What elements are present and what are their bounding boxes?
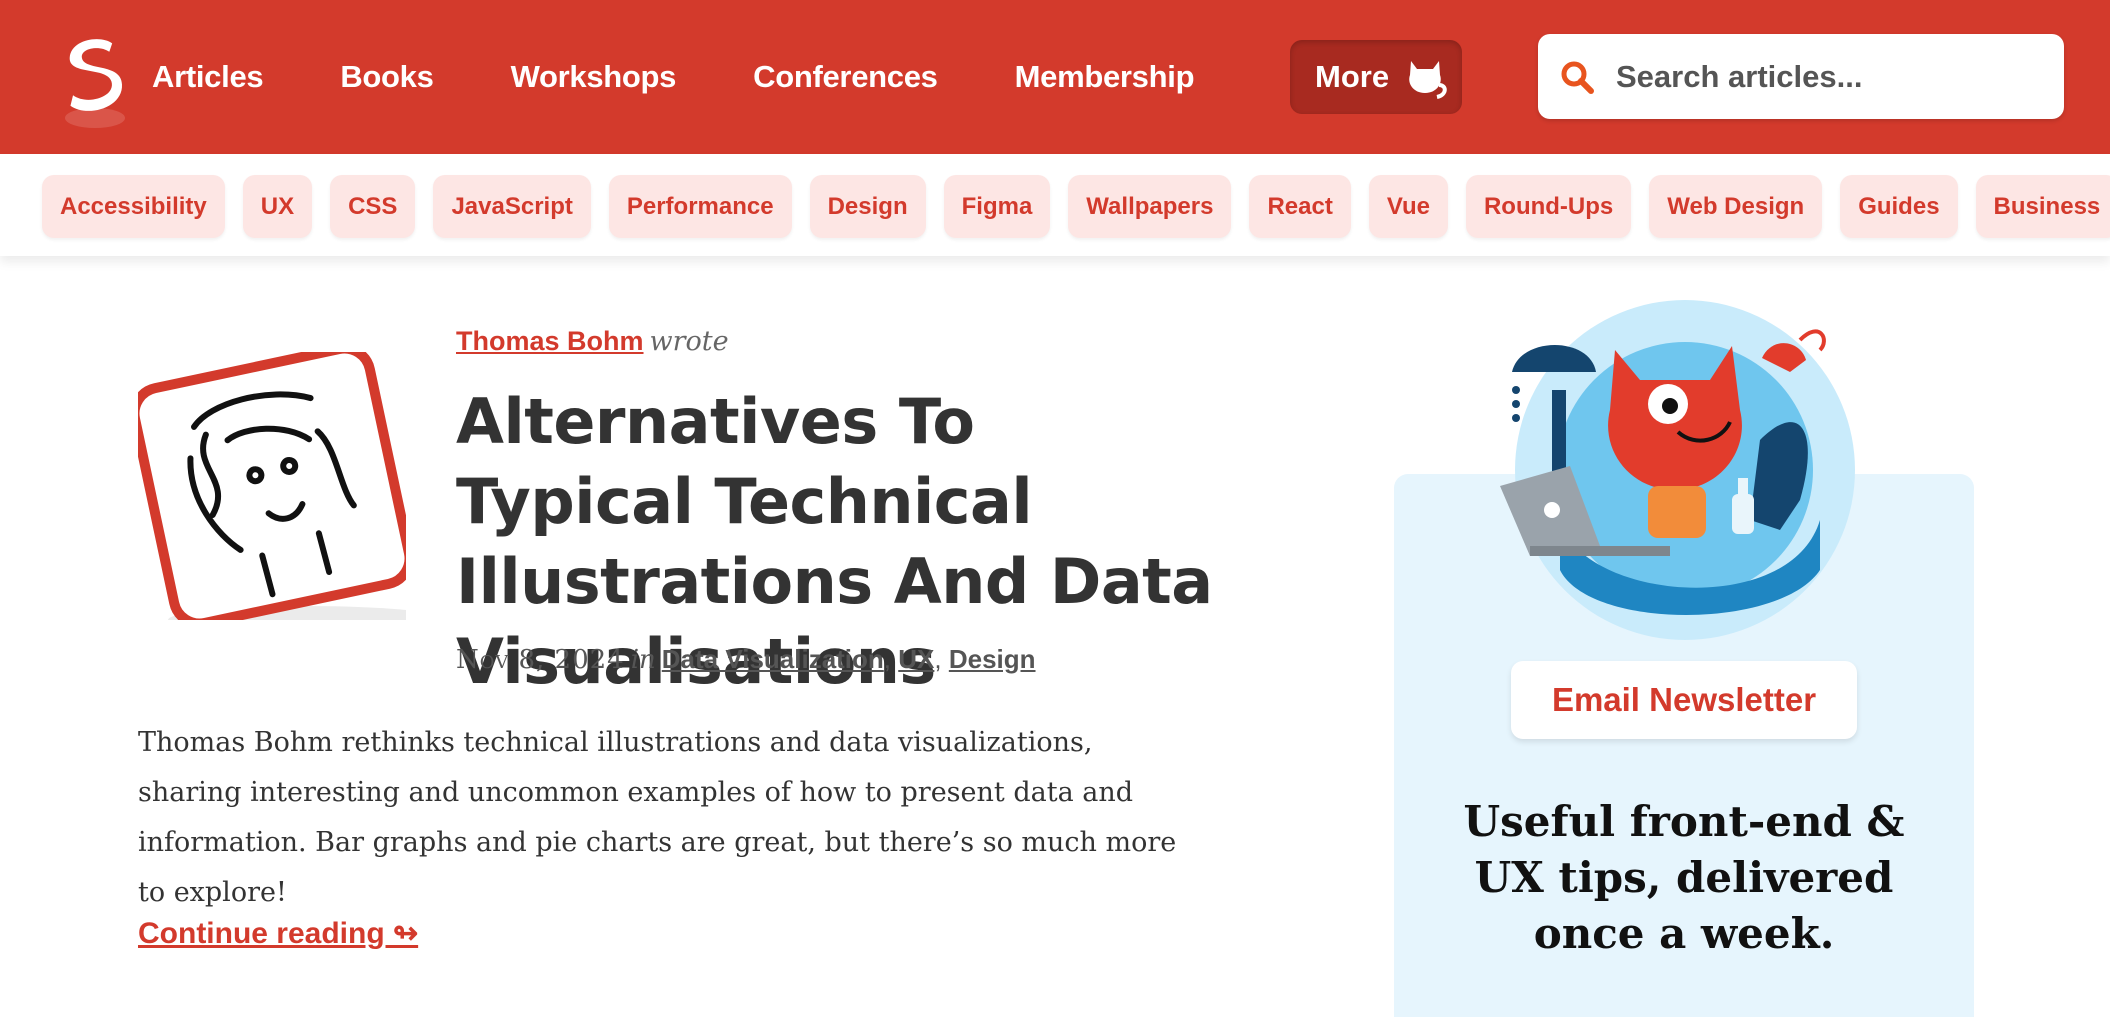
article-meta: Nov 8, 2024 in Data Visualization, UX, Des… [456, 644, 1036, 675]
tag-web-design[interactable]: Web Design [1649, 175, 1823, 238]
search-icon [1561, 61, 1594, 94]
newsletter-heading: Useful front-end & UX tips, delivered on… [1463, 797, 1905, 958]
nav-books[interactable]: Books [340, 59, 434, 95]
tag-wallpapers[interactable]: Wallpapers [1068, 175, 1232, 238]
tag-guides[interactable]: Guides [1840, 175, 1958, 238]
tag-react[interactable]: React [1249, 175, 1351, 238]
author-line: Thomas Bohm wrote [456, 326, 729, 357]
search-input[interactable] [1616, 58, 2036, 95]
cat-mascot-icon [1409, 61, 1447, 99]
nav-articles[interactable]: Articles [152, 59, 264, 95]
category-data-visualization[interactable]: Data Visualization [662, 644, 884, 674]
tag-figma[interactable]: Figma [943, 175, 1051, 238]
search-box[interactable] [1538, 34, 2064, 119]
in-label: in [630, 645, 656, 675]
tag-business[interactable]: Business [1975, 175, 2110, 238]
tag-design[interactable]: Design [809, 175, 926, 238]
tag-css[interactable]: CSS [330, 175, 416, 238]
topic-tags: Accessibility UX CSS JavaScript Performa… [42, 175, 2110, 238]
smashing-logo-icon[interactable] [58, 32, 132, 132]
wrote-label: wrote [649, 326, 729, 357]
continue-reading-link[interactable]: Continue reading ↬ [138, 916, 418, 951]
article-excerpt: Thomas Bohm rethinks technical illustrat… [138, 727, 1177, 908]
nav-membership[interactable]: Membership [1015, 59, 1195, 95]
topic-tags-bar: Accessibility UX CSS JavaScript Performa… [0, 154, 2110, 256]
top-navigation-bar: Articles Books Workshops Conferences Mem… [0, 0, 2110, 154]
more-label: More [1315, 59, 1390, 94]
author-avatar[interactable] [138, 352, 406, 620]
tag-accessibility[interactable]: Accessibility [42, 175, 225, 238]
tag-performance[interactable]: Performance [608, 175, 792, 238]
tag-ux[interactable]: UX [242, 175, 313, 238]
nav-workshops[interactable]: Workshops [511, 59, 677, 95]
author-link[interactable]: Thomas Bohm [456, 326, 644, 356]
category-design[interactable]: Design [949, 644, 1036, 674]
main-nav: Articles Books Workshops Conferences Mem… [152, 40, 1271, 114]
tag-vue[interactable]: Vue [1368, 175, 1448, 238]
more-button[interactable]: More [1290, 40, 1462, 114]
tag-round-ups[interactable]: Round-Ups [1465, 175, 1632, 238]
nav-conferences[interactable]: Conferences [753, 59, 938, 95]
mascot-illustration [1500, 300, 1855, 640]
tag-javascript[interactable]: JavaScript [433, 175, 591, 238]
article-date: Nov 8, 2024 [456, 645, 625, 675]
category-ux[interactable]: UX [898, 644, 934, 674]
email-newsletter-button[interactable]: Email Newsletter [1511, 661, 1857, 739]
